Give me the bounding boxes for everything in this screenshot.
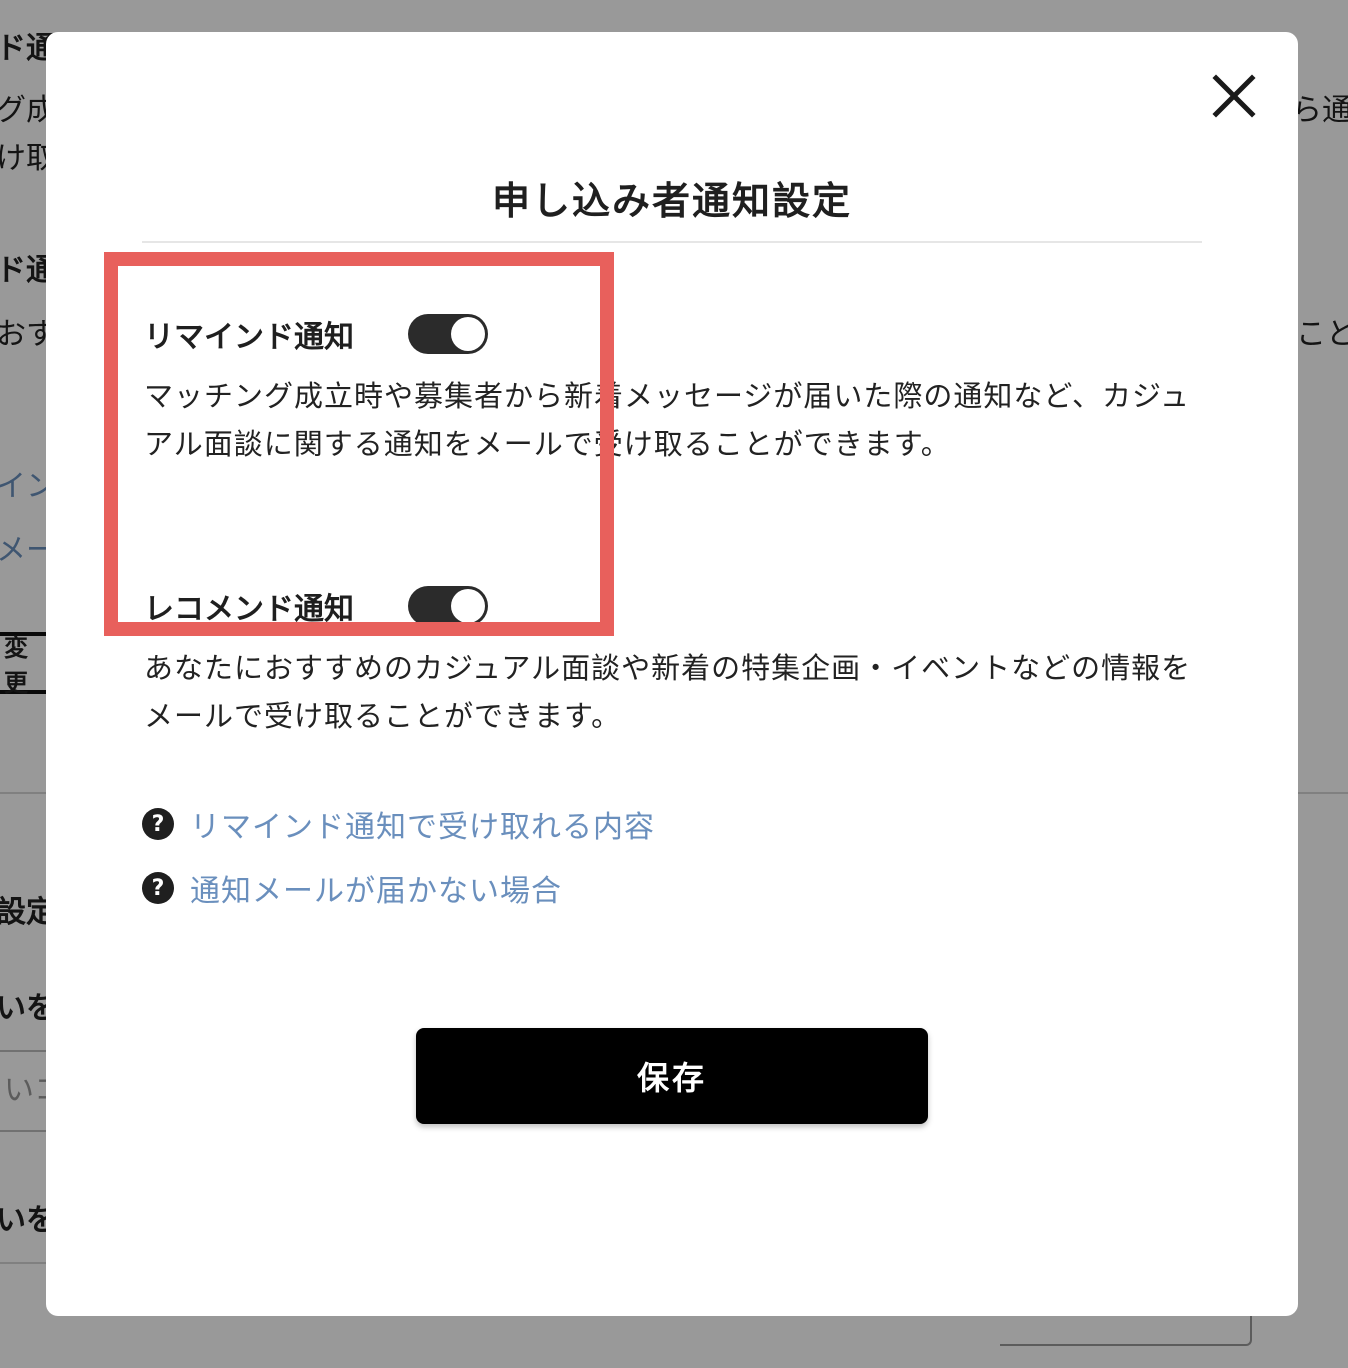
setting-row-remind: リマインド通知 [144, 312, 488, 356]
setting-row-recommend: レコメンド通知 [144, 584, 488, 628]
save-button[interactable]: 保存 [416, 1028, 928, 1124]
close-button[interactable] [1206, 68, 1262, 124]
notification-settings-modal: 申し込み者通知設定 リマインド通知 マッチング成立時や募集者から新着メッセージが… [46, 32, 1298, 1316]
title-divider [142, 241, 1202, 243]
setting-description-recommend: あなたにおすすめのカジュアル面談や新着の特集企画・イベントなどの情報をメールで受… [144, 651, 1192, 733]
help-link-text: リマインド通知で受け取れる内容 [190, 810, 655, 845]
recommend-notification-toggle[interactable] [408, 586, 488, 626]
modal-title: 申し込み者通知設定 [491, 179, 852, 223]
close-icon [1212, 74, 1256, 118]
help-link-mail-not-arriving[interactable]: ? 通知メールが届かない場合 [142, 866, 562, 910]
question-circle-icon: ? [142, 808, 174, 840]
setting-description-remind: マッチング成立時や募集者から新着メッセージが届いた際の通知など、カジュアル面談に… [144, 379, 1190, 461]
question-circle-icon: ? [142, 872, 174, 904]
toggle-knob [451, 589, 485, 623]
toggle-knob [451, 317, 485, 351]
remind-notification-toggle[interactable] [408, 314, 488, 354]
help-link-remind-content[interactable]: ? リマインド通知で受け取れる内容 [142, 802, 655, 846]
setting-label-recommend: レコメンド通知 [144, 592, 354, 627]
help-link-text: 通知メールが届かない場合 [190, 874, 562, 909]
setting-label-remind: リマインド通知 [144, 320, 354, 355]
